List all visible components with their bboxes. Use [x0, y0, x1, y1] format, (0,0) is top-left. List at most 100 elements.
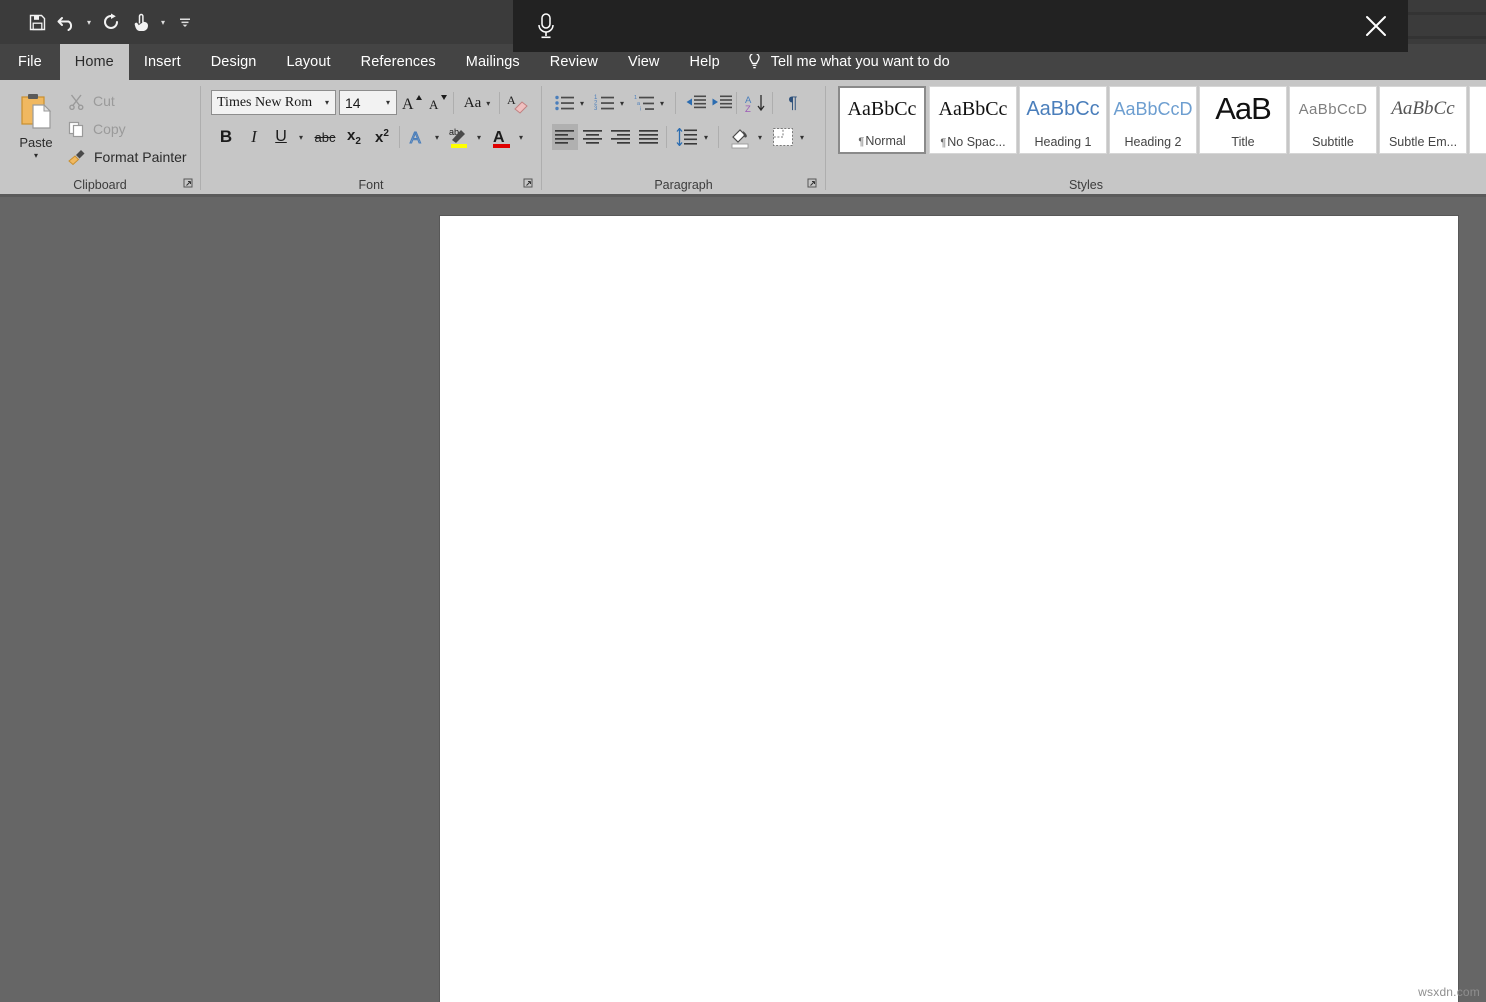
font-size-dropdown-icon[interactable]: ▾ [380, 91, 396, 114]
style-item-subtitle[interactable]: AaBbCcD Subtitle [1289, 86, 1377, 154]
font-inline-separator [399, 126, 400, 148]
style-item-heading-2[interactable]: AaBbCcD Heading 2 [1109, 86, 1197, 154]
style-item-title[interactable]: AaB Title [1199, 86, 1287, 154]
touch-mode-icon[interactable] [126, 7, 156, 37]
style-name: ¶No Spac... [940, 131, 1005, 153]
style-item-emphasis[interactable]: A E [1469, 86, 1486, 154]
font-dialog-launcher[interactable] [521, 176, 535, 190]
paragraph-inline-separator [736, 92, 737, 114]
font-name-dropdown-icon[interactable]: ▾ [319, 91, 335, 114]
change-case-dropdown-icon[interactable]: ▾ [486, 99, 490, 108]
clear-formatting-icon[interactable]: A [503, 90, 533, 116]
strikethrough-button[interactable]: abc [311, 124, 339, 150]
ribbon-group-styles: AaBbCc ¶Normal AaBbCc ¶No Spac... AaBbCc… [826, 80, 1486, 194]
touch-mode-dropdown-icon[interactable]: ▾ [156, 7, 170, 37]
text-effects-icon[interactable]: A [405, 124, 431, 150]
save-icon[interactable] [22, 7, 52, 37]
subscript-button[interactable]: x2 [341, 124, 367, 150]
shading-dropdown-icon[interactable]: ▾ [752, 124, 768, 150]
svg-text:A: A [429, 97, 439, 112]
style-item-subtle-emphasis[interactable]: AaBbCc Subtle Em... [1379, 86, 1467, 154]
svg-text:A: A [402, 96, 414, 113]
line-spacing-dropdown-icon[interactable]: ▾ [698, 124, 714, 150]
bullets-dropdown-icon[interactable]: ▾ [574, 90, 590, 116]
microphone-icon[interactable] [529, 9, 563, 43]
font-inline-separator [499, 92, 500, 114]
shrink-font-icon[interactable]: A [425, 90, 451, 116]
style-name: Subtitle [1312, 131, 1354, 153]
numbering-dropdown-icon[interactable]: ▾ [614, 90, 630, 116]
grow-font-icon[interactable]: A [399, 90, 425, 116]
bold-button[interactable]: B [213, 124, 239, 150]
paste-dropdown-icon[interactable]: ▾ [34, 152, 38, 160]
format-painter-button[interactable]: Format Painter [64, 144, 187, 170]
style-sample: AaBbCc [1020, 87, 1106, 131]
style-item-normal[interactable]: AaBbCc ¶Normal [838, 86, 926, 154]
text-effects-dropdown-icon[interactable]: ▾ [429, 124, 445, 150]
dictate-overlay-panel [513, 0, 1408, 52]
font-inline-separator [453, 92, 454, 114]
tab-home[interactable]: Home [60, 44, 129, 80]
tab-design[interactable]: Design [196, 44, 272, 80]
clipboard-group-label: Clipboard [0, 178, 200, 192]
undo-icon[interactable] [52, 7, 82, 37]
document-page[interactable] [440, 216, 1458, 1002]
decrease-indent-icon[interactable] [683, 90, 709, 116]
text-highlight-color-icon[interactable]: ab [447, 124, 473, 150]
svg-text:A: A [507, 93, 516, 107]
clipboard-dialog-launcher[interactable] [181, 176, 195, 190]
tab-layout[interactable]: Layout [271, 44, 345, 80]
superscript-button[interactable]: x2 [369, 124, 395, 150]
style-sample: AaBbCc [840, 88, 924, 130]
paragraph-inline-separator [718, 126, 719, 148]
font-name-combobox[interactable]: Times New Rom ▾ [211, 90, 336, 115]
line-spacing-icon[interactable] [674, 124, 700, 150]
paragraph-inline-separator [772, 92, 773, 114]
paste-button[interactable]: Paste ▾ [8, 86, 64, 174]
multilevel-list-dropdown-icon[interactable]: ▾ [654, 90, 670, 116]
justify-button[interactable] [636, 124, 662, 150]
undo-dropdown-icon[interactable]: ▾ [82, 7, 96, 37]
shading-icon[interactable] [728, 124, 754, 150]
text-highlight-dropdown-icon[interactable]: ▾ [471, 124, 487, 150]
tab-file[interactable]: File [0, 44, 60, 80]
italic-button[interactable]: I [241, 124, 267, 150]
close-icon[interactable] [1356, 6, 1396, 46]
copy-button[interactable]: Copy [64, 116, 126, 142]
document-body-text[interactable] [440, 216, 1458, 336]
cut-button[interactable]: Cut [64, 88, 115, 114]
paste-icon [17, 92, 55, 132]
style-item-heading-1[interactable]: AaBbCc Heading 1 [1019, 86, 1107, 154]
font-color-icon[interactable]: A [489, 124, 515, 150]
font-group-label: Font [201, 178, 541, 192]
align-right-button[interactable] [608, 124, 634, 150]
show-formatting-marks-icon[interactable]: ¶ [780, 90, 806, 116]
customize-quick-access-icon[interactable] [170, 7, 200, 37]
increase-indent-icon[interactable] [709, 90, 735, 116]
sort-icon[interactable]: A Z [744, 90, 770, 116]
tab-insert[interactable]: Insert [129, 44, 196, 80]
ribbon-group-clipboard: Paste ▾ Cut Copy [0, 80, 200, 194]
style-sample: AaBbCc [1380, 87, 1466, 131]
paragraph-inline-separator [666, 126, 667, 148]
change-case-icon[interactable]: Aa ▾ [457, 90, 497, 116]
tab-references[interactable]: References [346, 44, 451, 80]
redo-icon[interactable] [96, 7, 126, 37]
style-item-no-spacing[interactable]: AaBbCc ¶No Spac... [929, 86, 1017, 154]
underline-dropdown-icon[interactable]: ▾ [293, 124, 309, 150]
paragraph-dialog-launcher[interactable] [805, 176, 819, 190]
align-center-button[interactable] [580, 124, 606, 150]
lightbulb-icon [747, 54, 762, 71]
style-name: Heading 2 [1125, 131, 1182, 153]
style-name: Heading 1 [1035, 131, 1092, 153]
quick-access-toolbar: ▾ ▾ [0, 0, 200, 44]
style-sample: AaBbCc [930, 87, 1016, 131]
style-sample: AaB [1200, 87, 1286, 131]
borders-dropdown-icon[interactable]: ▾ [794, 124, 810, 150]
font-size-combobox[interactable]: 14 ▾ [339, 90, 397, 115]
borders-icon[interactable] [770, 124, 796, 150]
align-left-button[interactable] [552, 124, 578, 150]
font-color-dropdown-icon[interactable]: ▾ [513, 124, 529, 150]
styles-group-label: Styles [826, 178, 1346, 192]
underline-button[interactable]: U [269, 124, 293, 150]
